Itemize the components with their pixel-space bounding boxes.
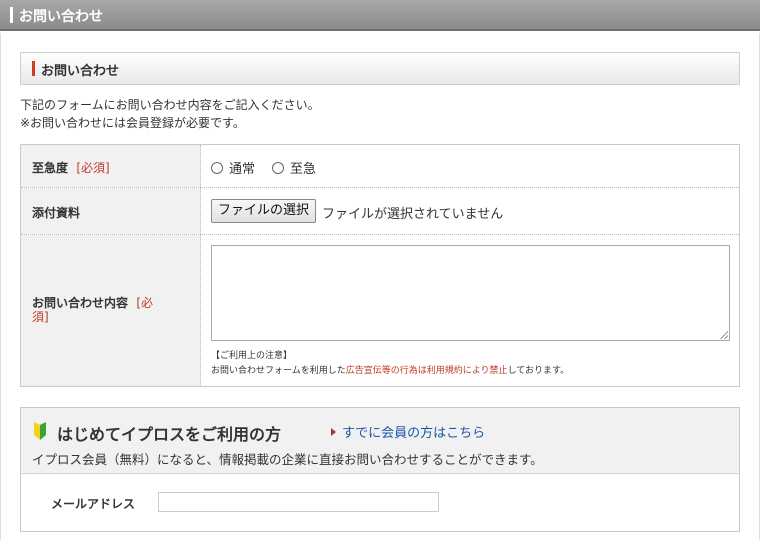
notice-text: お問い合わせフォームを利用した広告宣伝等の行為は利用規約により禁止しております。 bbox=[211, 366, 570, 376]
new-member-heading: はじめてイプロスをご利用の方 bbox=[57, 425, 282, 444]
intro-line-2: ※お問い合わせには会員登録が必要です。 bbox=[20, 116, 245, 130]
resize-grip-icon[interactable] bbox=[720, 331, 728, 339]
inquiry-form: 至急度 [必須] 通常 至急 添付資料 ファイルの選択 ファイルが選択されていま… bbox=[20, 144, 740, 387]
section-heading: お問い合わせ bbox=[20, 52, 740, 85]
email-field[interactable] bbox=[158, 492, 439, 512]
header-accent-bar bbox=[10, 7, 13, 23]
section-title: お問い合わせ bbox=[41, 64, 120, 79]
intro-text: 下記のフォームにお問い合わせ内容をご記入ください。 ※お問い合わせには会員登録が… bbox=[20, 96, 320, 132]
inquiry-content-textarea[interactable] bbox=[211, 245, 730, 341]
content-row: お問い合わせ内容 [必 須] 【ご利用上の注意】 お問い合わせフォームを利用した広… bbox=[21, 235, 739, 386]
required-mark: [必須] bbox=[76, 161, 110, 175]
beginner-mark-icon bbox=[34, 422, 46, 440]
urgency-radio-urgent[interactable]: 至急 bbox=[272, 158, 316, 177]
arrow-right-icon bbox=[331, 428, 336, 436]
urgency-label-cell: 至急度 [必須] bbox=[21, 145, 201, 187]
page-header-bar: お問い合わせ bbox=[0, 0, 760, 31]
urgency-row: 至急度 [必須] 通常 至急 bbox=[21, 145, 739, 188]
attachment-label-cell: 添付資料 bbox=[21, 188, 201, 234]
section-accent-bar bbox=[32, 61, 35, 76]
new-member-panel: はじめてイプロスをご利用の方 すでに会員の方はこちら イプロス会員（無料）になる… bbox=[20, 407, 740, 532]
urgency-radio-normal[interactable]: 通常 bbox=[211, 158, 255, 177]
existing-member-link[interactable]: すでに会員の方はこちら bbox=[331, 422, 485, 441]
new-member-description: イプロス会員（無料）になると、情報掲載の企業に直接お問い合わせすることができます… bbox=[32, 452, 543, 467]
attachment-row: 添付資料 ファイルの選択 ファイルが選択されていません bbox=[21, 188, 739, 235]
notice-title: 【ご利用上の注意】 bbox=[211, 351, 293, 361]
new-member-header: はじめてイプロスをご利用の方 すでに会員の方はこちら イプロス会員（無料）になる… bbox=[21, 408, 739, 474]
choose-file-button[interactable]: ファイルの選択 bbox=[211, 199, 317, 223]
radio-circle-icon[interactable] bbox=[211, 162, 223, 174]
attachment-label: 添付資料 bbox=[32, 206, 81, 220]
content-label-cell: お問い合わせ内容 [必 須] bbox=[21, 235, 201, 386]
page-title: お問い合わせ bbox=[19, 9, 103, 25]
intro-line-1: 下記のフォームにお問い合わせ内容をご記入ください。 bbox=[20, 98, 320, 112]
radio-circle-icon[interactable] bbox=[272, 162, 284, 174]
content-label: お問い合わせ内容 [必 須] bbox=[32, 296, 154, 324]
urgency-label: 至急度 [必須] bbox=[32, 161, 110, 175]
email-label: メールアドレス bbox=[51, 497, 136, 511]
file-status-text: ファイルが選択されていません bbox=[322, 207, 504, 222]
